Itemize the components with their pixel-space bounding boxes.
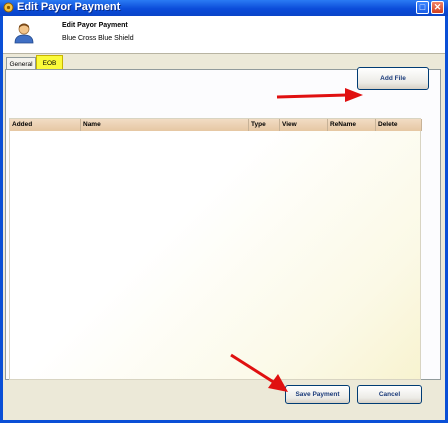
eob-panel: Added Name Type View ReName Delete (5, 69, 441, 380)
header-divider (3, 53, 445, 54)
app-icon (3, 2, 14, 13)
header-title: Edit Payor Payment (62, 22, 128, 29)
tab-eob[interactable]: EOB (36, 55, 63, 70)
dialog-header: Edit Payor Payment Blue Cross Blue Shiel… (3, 16, 445, 53)
column-delete[interactable]: Delete (376, 119, 422, 131)
save-payment-button[interactable]: Save Payment (285, 385, 350, 404)
edit-payor-payment-window: Edit Payor Payment □ ✕ Edit Payor Paymen… (0, 0, 448, 423)
column-view[interactable]: View (280, 119, 328, 131)
cancel-button[interactable]: Cancel (357, 385, 422, 404)
column-name[interactable]: Name (81, 119, 249, 131)
column-type[interactable]: Type (249, 119, 280, 131)
column-rename[interactable]: ReName (328, 119, 376, 131)
title-bar[interactable]: Edit Payor Payment □ ✕ (0, 0, 448, 16)
arrow-to-add-file (276, 88, 363, 102)
column-added[interactable]: Added (10, 119, 81, 131)
add-file-button[interactable]: Add File (357, 67, 429, 90)
header-subtitle: Blue Cross Blue Shield (62, 35, 134, 42)
arrow-to-save-payment (230, 353, 288, 392)
eob-files-grid[interactable]: Added Name Type View ReName Delete (9, 118, 422, 380)
grid-header: Added Name Type View ReName Delete (10, 119, 422, 131)
close-icon[interactable]: ✕ (431, 1, 444, 14)
user-icon (14, 23, 34, 44)
window-title: Edit Payor Payment (17, 1, 121, 13)
maximize-icon[interactable]: □ (416, 1, 429, 14)
